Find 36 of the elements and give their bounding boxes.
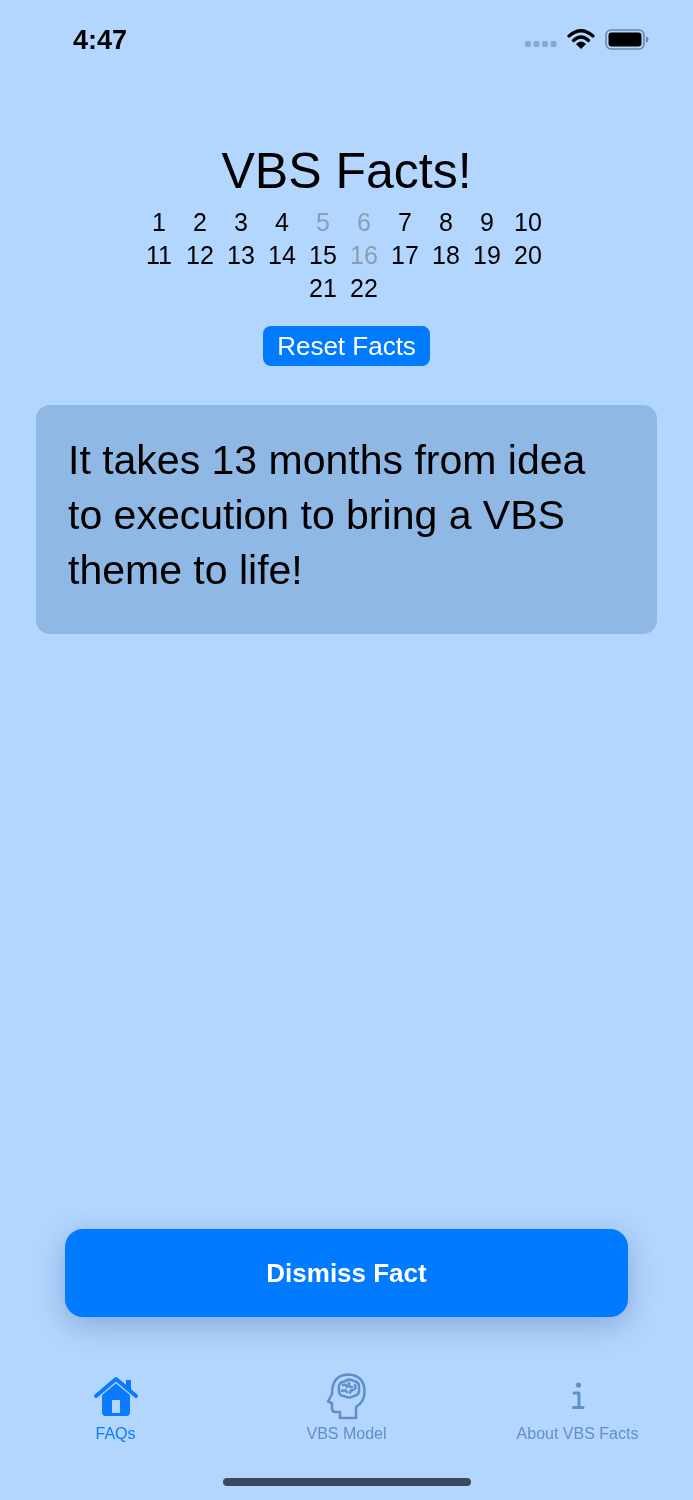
tab-item[interactable]: FAQs (92, 1371, 139, 1444)
fact-number: 16 (349, 240, 379, 271)
fact-number: 1 (151, 207, 167, 238)
tab-item[interactable]: About VBS Facts (516, 1371, 639, 1444)
page-title: VBS Facts! (221, 143, 472, 199)
fact-number: 6 (356, 207, 372, 238)
wifi-icon (567, 29, 595, 49)
fact-number: 14 (267, 240, 297, 271)
fact-number: 4 (274, 207, 290, 238)
dismiss-fact-button[interactable]: Dismiss Fact (65, 1229, 628, 1317)
fact-number: 11 (145, 240, 173, 271)
home-icon (92, 1376, 139, 1416)
fact-number: 2 (192, 207, 208, 238)
fact-number: 20 (513, 240, 543, 271)
fact-number: 18 (431, 240, 461, 271)
signal-icon (525, 41, 557, 47)
fact-number: 13 (226, 240, 256, 271)
fact-number: 8 (438, 207, 454, 238)
fact-number: 17 (390, 240, 420, 271)
fact-number: 10 (513, 207, 543, 238)
fact-number: 21 (308, 273, 338, 304)
battery-icon (605, 28, 649, 50)
fact-number: 19 (472, 240, 502, 271)
info-icon (569, 1382, 586, 1410)
fact-number: 9 (479, 207, 495, 238)
fact-number: 5 (315, 207, 331, 238)
fact-number: 7 (397, 207, 413, 238)
fact-text: It takes 13 months from idea to execution to bring a VBS theme to life! (68, 436, 587, 595)
fact-number: 3 (233, 207, 249, 238)
status-time: 4:47 (73, 24, 128, 56)
fact-number: 22 (349, 273, 379, 304)
fact-number: 15 (308, 240, 338, 271)
fact-number: 12 (185, 240, 215, 271)
reset-facts-button[interactable]: Reset Facts (263, 326, 430, 366)
tab-item[interactable]: VBS Model (306, 1371, 387, 1444)
brain-head-icon (325, 1372, 368, 1420)
